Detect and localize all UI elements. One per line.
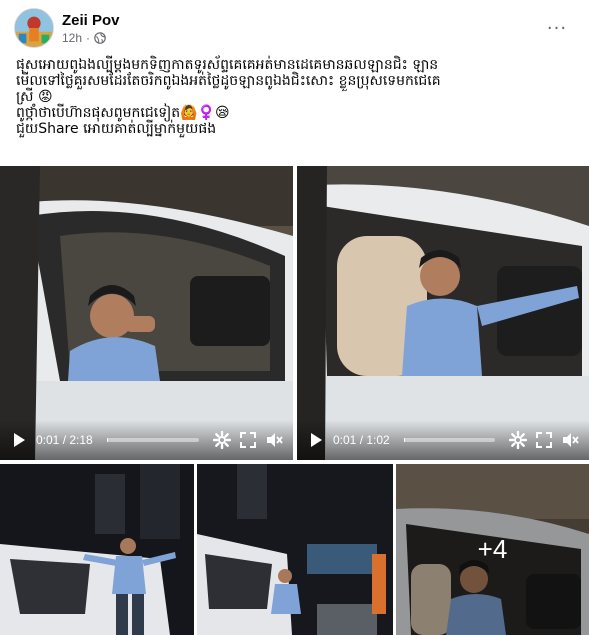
- mute-icon[interactable]: [265, 431, 283, 449]
- video-frame-1: [0, 166, 293, 460]
- video-time-2: 0:01 / 1:02: [333, 433, 390, 447]
- more-photos-overlay[interactable]: +4: [396, 464, 589, 635]
- more-photos-count: +4: [477, 534, 508, 564]
- media-grid: 0:01 / 2:18 0:01 / 1:02 +4: [0, 166, 589, 635]
- post-timestamp[interactable]: 12h: [62, 30, 82, 46]
- video-player-1[interactable]: 0:01 / 2:18: [0, 166, 293, 460]
- caption-line: ជួយShare អោយគាត់ល្បីម្នាក់មួយផង: [16, 121, 217, 137]
- video-player-2[interactable]: 0:01 / 1:02: [297, 166, 589, 460]
- video-progress-2[interactable]: [403, 438, 495, 442]
- fullscreen-icon[interactable]: [239, 431, 257, 449]
- video-controls-1: 0:01 / 2:18: [0, 420, 293, 460]
- caption-line: មើលទៅថ្លៃគួរសមដែរតែចរិកពូឯងអត់ថ្លៃដូចឡាន…: [16, 73, 441, 89]
- photo-2[interactable]: [197, 464, 393, 635]
- caption-line: ពូថ្កាំថាបើហ៊ានផុសពូមកជេទៀត🙆‍♀️😪: [16, 105, 230, 121]
- separator-dot: ·: [86, 30, 91, 45]
- settings-gear-icon[interactable]: [509, 431, 527, 449]
- author-name[interactable]: Zeii Pov: [62, 11, 120, 30]
- photo-3[interactable]: +4: [396, 464, 589, 635]
- mute-icon[interactable]: [561, 431, 579, 449]
- settings-gear-icon[interactable]: [213, 431, 231, 449]
- video-time-1: 0:01 / 2:18: [36, 433, 93, 447]
- play-icon[interactable]: [307, 431, 325, 449]
- post-header: Zeii Pov 12h · ···: [14, 6, 575, 50]
- more-options-button[interactable]: ···: [539, 10, 575, 46]
- play-icon[interactable]: [10, 431, 28, 449]
- video-progress-fill-2: [403, 438, 406, 442]
- post-subline: 12h ·: [62, 30, 120, 46]
- caption-line: ស្រី 😡: [16, 89, 53, 105]
- more-icon: ···: [546, 17, 568, 39]
- globe-icon: [94, 31, 106, 44]
- video-progress-1[interactable]: [106, 438, 199, 442]
- photo-image-2: [197, 464, 393, 635]
- video-progress-fill-1: [106, 438, 108, 442]
- caption-line: ផុសអោយពូឯងល្បីម្តងមកទិញកាតទូរស័ព្ទគេគេអត…: [16, 57, 439, 73]
- avatar-image: [15, 9, 53, 47]
- video-controls-2: 0:01 / 1:02: [297, 420, 589, 460]
- post-caption: ផុសអោយពូឯងល្បីម្តងមកទិញកាតទូរស័ព្ទគេគេអត…: [16, 57, 574, 137]
- video-frame-2: [297, 166, 589, 460]
- fullscreen-icon[interactable]: [535, 431, 553, 449]
- photo-1[interactable]: [0, 464, 194, 635]
- author-avatar[interactable]: [14, 8, 54, 48]
- photo-image-1: [0, 464, 194, 635]
